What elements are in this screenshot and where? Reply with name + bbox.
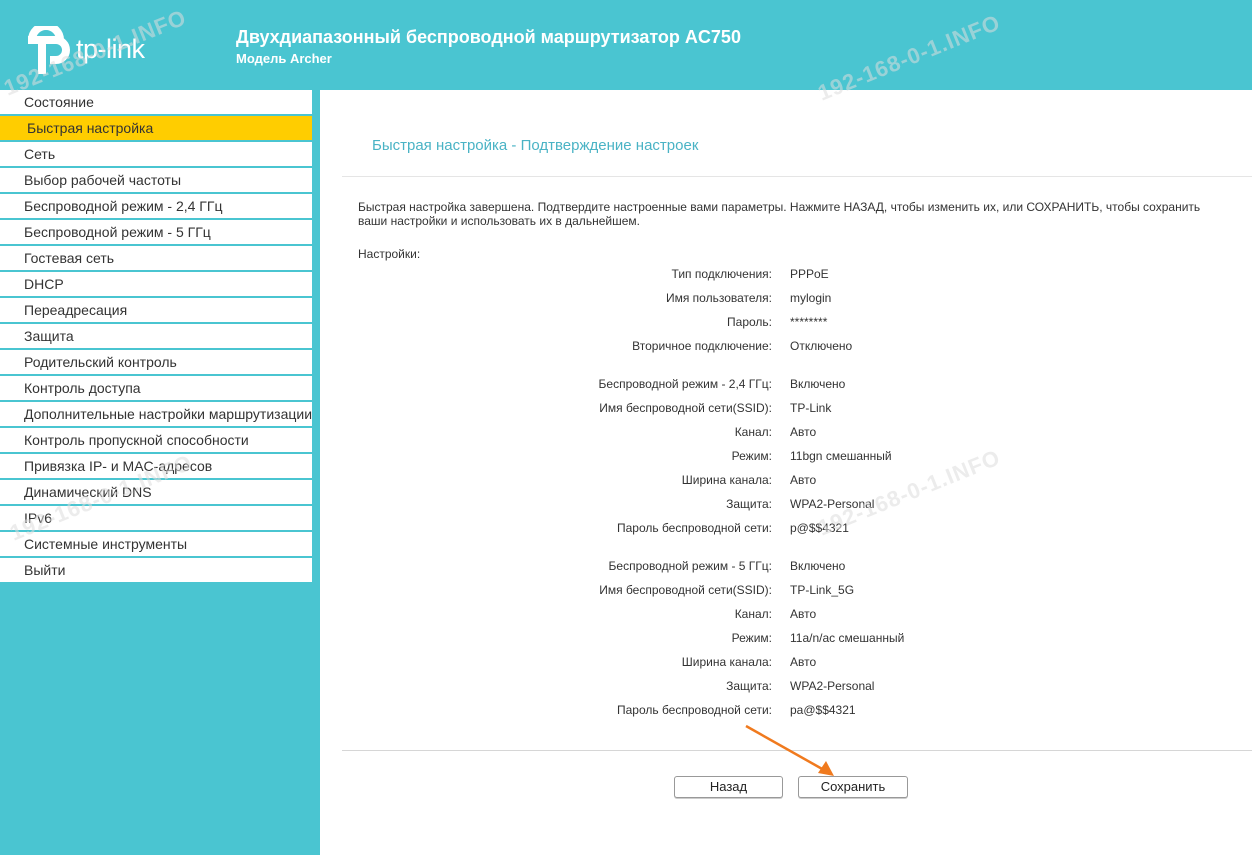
setting-key: Ширина канала: [320, 473, 772, 489]
setting-value: ******** [790, 315, 828, 329]
tp-link-logo[interactable]: tp-link [24, 22, 145, 76]
sidebar-item[interactable]: Контроль доступа [0, 376, 312, 400]
setting-key-label: Имя пользователя: [665, 291, 772, 305]
setting-key: Тип подключения: [320, 267, 772, 283]
sidebar-item[interactable]: Выйти [0, 558, 312, 582]
header: tp-link Двухдиапазонный беспроводной мар… [0, 0, 1252, 90]
settings-label: Настройки: [358, 247, 421, 261]
setting-value: 11a/n/ac смешанный [790, 631, 905, 645]
sidebar-menu: Состояние Быстрая настройка Сеть Выбор рабо… [0, 90, 312, 584]
sidebar-item[interactable]: Дополнительные настройки маршрутизации [0, 402, 312, 426]
logo-text: tp-link [76, 33, 145, 64]
sidebar-item[interactable]: Состояние [0, 90, 312, 114]
setting-key: Беспроводной режим - 5 ГГц: [320, 559, 772, 575]
setting-key: Канал: [320, 607, 772, 623]
setting-value: Авто [790, 473, 817, 487]
setting-key-label: Ширина канала: [681, 473, 772, 487]
setting-value: Авто [790, 655, 817, 669]
setting-key-label: Имя беспроводной сети(SSID): [599, 401, 772, 415]
sidebar-item[interactable]: Беспроводной режим - 2,4 ГГц [0, 194, 312, 218]
setting-key-label: Имя беспроводной сети(SSID): [599, 583, 772, 597]
sidebar-item[interactable]: Беспроводной режим - 5 ГГц [0, 220, 312, 244]
setting-key: Режим: [320, 631, 772, 647]
setting-key-label: Режим: [731, 449, 772, 463]
setting-value: Отключено [790, 339, 853, 353]
setting-value: pa@$$4321 [790, 703, 856, 717]
sidebar-item[interactable]: Защита [0, 324, 312, 348]
setting-key-label: Канал: [734, 607, 772, 621]
orange-arrow-icon [745, 724, 834, 776]
setting-value: PPPoE [790, 267, 829, 281]
setting-key-label: Ширина канала: [681, 655, 772, 669]
setting-key: Беспроводной режим - 2,4 ГГц: [320, 377, 772, 393]
setting-key: Имя пользователя: [320, 291, 772, 307]
setting-key-label: Канал: [734, 425, 772, 439]
setting-key: Канал: [320, 425, 772, 441]
setting-key-label: Пароль беспроводной сети: [616, 703, 772, 717]
setting-value: p@$$4321 [790, 521, 849, 535]
header-title: Двухдиапазонный беспроводной маршрутизат… [236, 27, 741, 47]
main-panel: Быстрая настройка - Подтверждение настро… [320, 90, 1252, 855]
setting-value: Включено [790, 559, 846, 573]
sidebar-item[interactable]: Системные инструменты [0, 532, 312, 556]
setting-key: Имя беспроводной сети(SSID): [320, 583, 772, 599]
sidebar-item[interactable]: Сеть [0, 142, 312, 166]
setting-key-label: Тип подключения: [671, 267, 772, 281]
setting-value: Авто [790, 425, 817, 439]
setting-key-label: Беспроводной режим - 5 ГГц: [608, 559, 772, 573]
setting-value: Авто [790, 607, 817, 621]
setting-value: WPA2-Personal [790, 497, 875, 511]
sidebar-item[interactable]: Выбор рабочей частоты [0, 168, 312, 192]
setting-key: Вторичное подключение: [320, 339, 772, 355]
setting-key-label: Защита: [726, 497, 772, 511]
sidebar-item[interactable]: Динамический DNS [0, 480, 312, 504]
setting-value: WPA2-Personal [790, 679, 875, 693]
setting-key: Режим: [320, 449, 772, 465]
sidebar-item[interactable]: Гостевая сеть [0, 246, 312, 270]
setting-key: Имя беспроводной сети(SSID): [320, 401, 772, 417]
sidebar-item[interactable]: Контроль пропускной способности [0, 428, 312, 452]
setting-key-label: Режим: [731, 631, 772, 645]
setting-key-label: Пароль беспроводной сети: [616, 521, 772, 535]
sidebar-item[interactable]: IPv6 [0, 506, 312, 530]
setting-key: Защита: [320, 497, 772, 513]
setting-key-label: Беспроводной режим - 2,4 ГГц: [598, 377, 772, 391]
setting-key: Пароль беспроводной сети: [320, 521, 772, 537]
sidebar-item[interactable]: Привязка IP- и MAC-адресов [0, 454, 312, 478]
setting-value: mylogin [790, 291, 832, 305]
page-title: Быстрая настройка - Подтверждение настро… [372, 137, 699, 154]
tp-link-logo-icon [24, 22, 74, 76]
setting-value: TP-Link [790, 401, 832, 415]
sidebar-item[interactable]: Переадресация [0, 298, 312, 322]
intro-text: Быстрая настройка завершена. Подтвердите… [358, 200, 1201, 228]
setting-value: 11bgn смешанный [790, 449, 892, 463]
setting-key: Пароль: [320, 315, 772, 331]
title-divider [342, 176, 1252, 177]
setting-key-label: Вторичное подключение: [632, 339, 772, 353]
setting-key: Защита: [320, 679, 772, 695]
back-button[interactable]: Назад [674, 776, 783, 798]
save-button[interactable]: Сохранить [798, 776, 908, 798]
setting-key-label: Защита: [726, 679, 772, 693]
setting-value: Включено [790, 377, 846, 391]
setting-key: Пароль беспроводной сети: [320, 703, 772, 719]
sidebar-item[interactable]: Родительский контроль [0, 350, 312, 374]
sidebar-item[interactable]: Быстрая настройка [0, 116, 312, 140]
setting-value: TP-Link_5G [790, 583, 855, 597]
sidebar-item[interactable]: DHCP [0, 272, 312, 296]
header-model: Модель Archer [236, 51, 332, 66]
setting-key: Ширина канала: [320, 655, 772, 671]
setting-key-label: Пароль: [727, 315, 772, 329]
